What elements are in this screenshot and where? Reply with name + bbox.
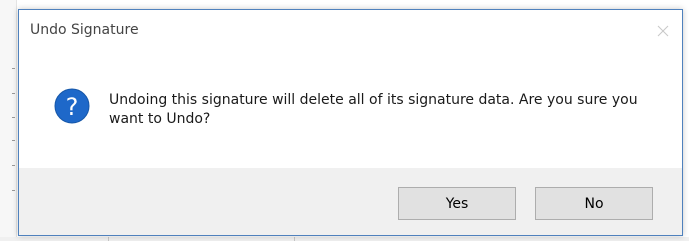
yes-button[interactable]: Yes <box>398 187 516 220</box>
no-button[interactable]: No <box>535 187 653 220</box>
dialog-title: Undo Signature <box>30 22 139 38</box>
dialog-content: ? Undoing this signature will delete all… <box>19 54 682 168</box>
background-tick <box>12 165 15 166</box>
background-segment <box>108 237 295 241</box>
question-icon: ? <box>54 88 90 124</box>
background-tick <box>12 117 15 118</box>
close-icon <box>657 25 669 37</box>
undo-signature-dialog: Undo Signature ? Undoing this signature … <box>18 9 683 236</box>
title-bar[interactable]: Undo Signature <box>19 10 682 54</box>
background-window-edge <box>0 0 17 241</box>
background-tick <box>12 68 15 69</box>
dialog-footer: Yes No <box>19 168 682 235</box>
dialog-message: Undoing this signature will delete all o… <box>109 92 638 127</box>
background-segment <box>0 237 109 241</box>
screen-background: Undo Signature ? Undoing this signature … <box>0 0 689 241</box>
background-window-bottom <box>0 237 689 241</box>
svg-text:?: ? <box>66 93 79 121</box>
background-tick <box>12 190 15 191</box>
close-button[interactable] <box>650 18 676 44</box>
background-tick <box>12 140 15 141</box>
background-tick <box>12 93 15 94</box>
